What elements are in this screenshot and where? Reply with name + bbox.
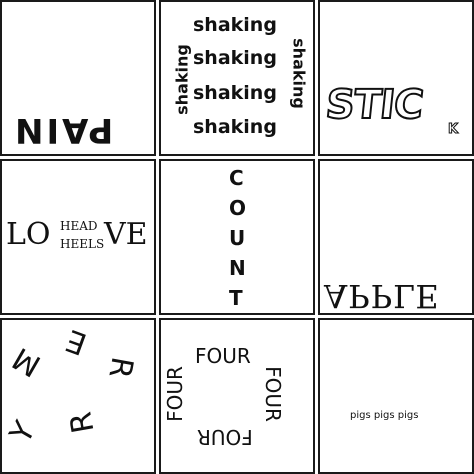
four-right: FOUR — [261, 366, 285, 422]
merry-letter-y: Y — [3, 415, 43, 450]
shaking-row-2: shaking — [193, 47, 277, 69]
four-bottom: FOUR — [197, 425, 253, 449]
four-left: FOUR — [163, 366, 187, 422]
love-heels: HEELS — [60, 237, 105, 251]
count-letter-n: N — [229, 256, 246, 280]
pain-word: PAIN — [12, 110, 114, 150]
pigs-text: pigs pigs pigs — [350, 410, 419, 421]
count-letter-u: U — [229, 226, 246, 250]
count-letter-o: O — [229, 196, 247, 220]
love-lo: LO — [6, 217, 51, 252]
count-letter-t: T — [229, 286, 243, 310]
shaking-left-vertical: shaking — [172, 44, 192, 115]
love-ve: VE — [104, 217, 148, 252]
puzzle-cell-love: LO HEAD HEELS VE — [0, 159, 156, 315]
shaking-row-3: shaking — [193, 82, 277, 104]
merry-letter-e: E — [61, 321, 92, 362]
stick-big-letters: STIC — [323, 81, 426, 129]
puzzle-cell-apple: APPLE — [318, 159, 474, 315]
shaking-row-4: shaking — [193, 116, 277, 138]
puzzle-cell-merry: M E R R Y — [0, 318, 156, 474]
apple-upside-down: APPLE — [324, 277, 440, 315]
puzzle-cell-pain: PAIN — [0, 0, 156, 156]
merry-letter-r1: R — [101, 354, 140, 381]
shaking-right-vertical: shaking — [289, 38, 309, 109]
puzzle-cell-four: FOUR FOUR FOUR FOUR — [159, 318, 315, 474]
four-top: FOUR — [195, 344, 251, 368]
merry-letter-r2: R — [63, 409, 102, 436]
stick-small-letter: K — [447, 122, 459, 138]
puzzle-cell-stick: STIC K — [318, 0, 474, 156]
puzzle-cell-shaking: shaking shaking shaking shaking shaking … — [159, 0, 315, 156]
puzzle-cell-pigs: pigs pigs pigs — [318, 318, 474, 474]
shaking-row-1: shaking — [193, 14, 277, 36]
merry-letter-m: M — [6, 339, 47, 384]
count-letter-c: C — [229, 166, 244, 190]
puzzle-cell-count: C O U N T — [159, 159, 315, 315]
love-head: HEAD — [60, 219, 98, 233]
rebus-puzzle-board: PAIN shaking shaking shaking shaking sha… — [0, 0, 474, 474]
